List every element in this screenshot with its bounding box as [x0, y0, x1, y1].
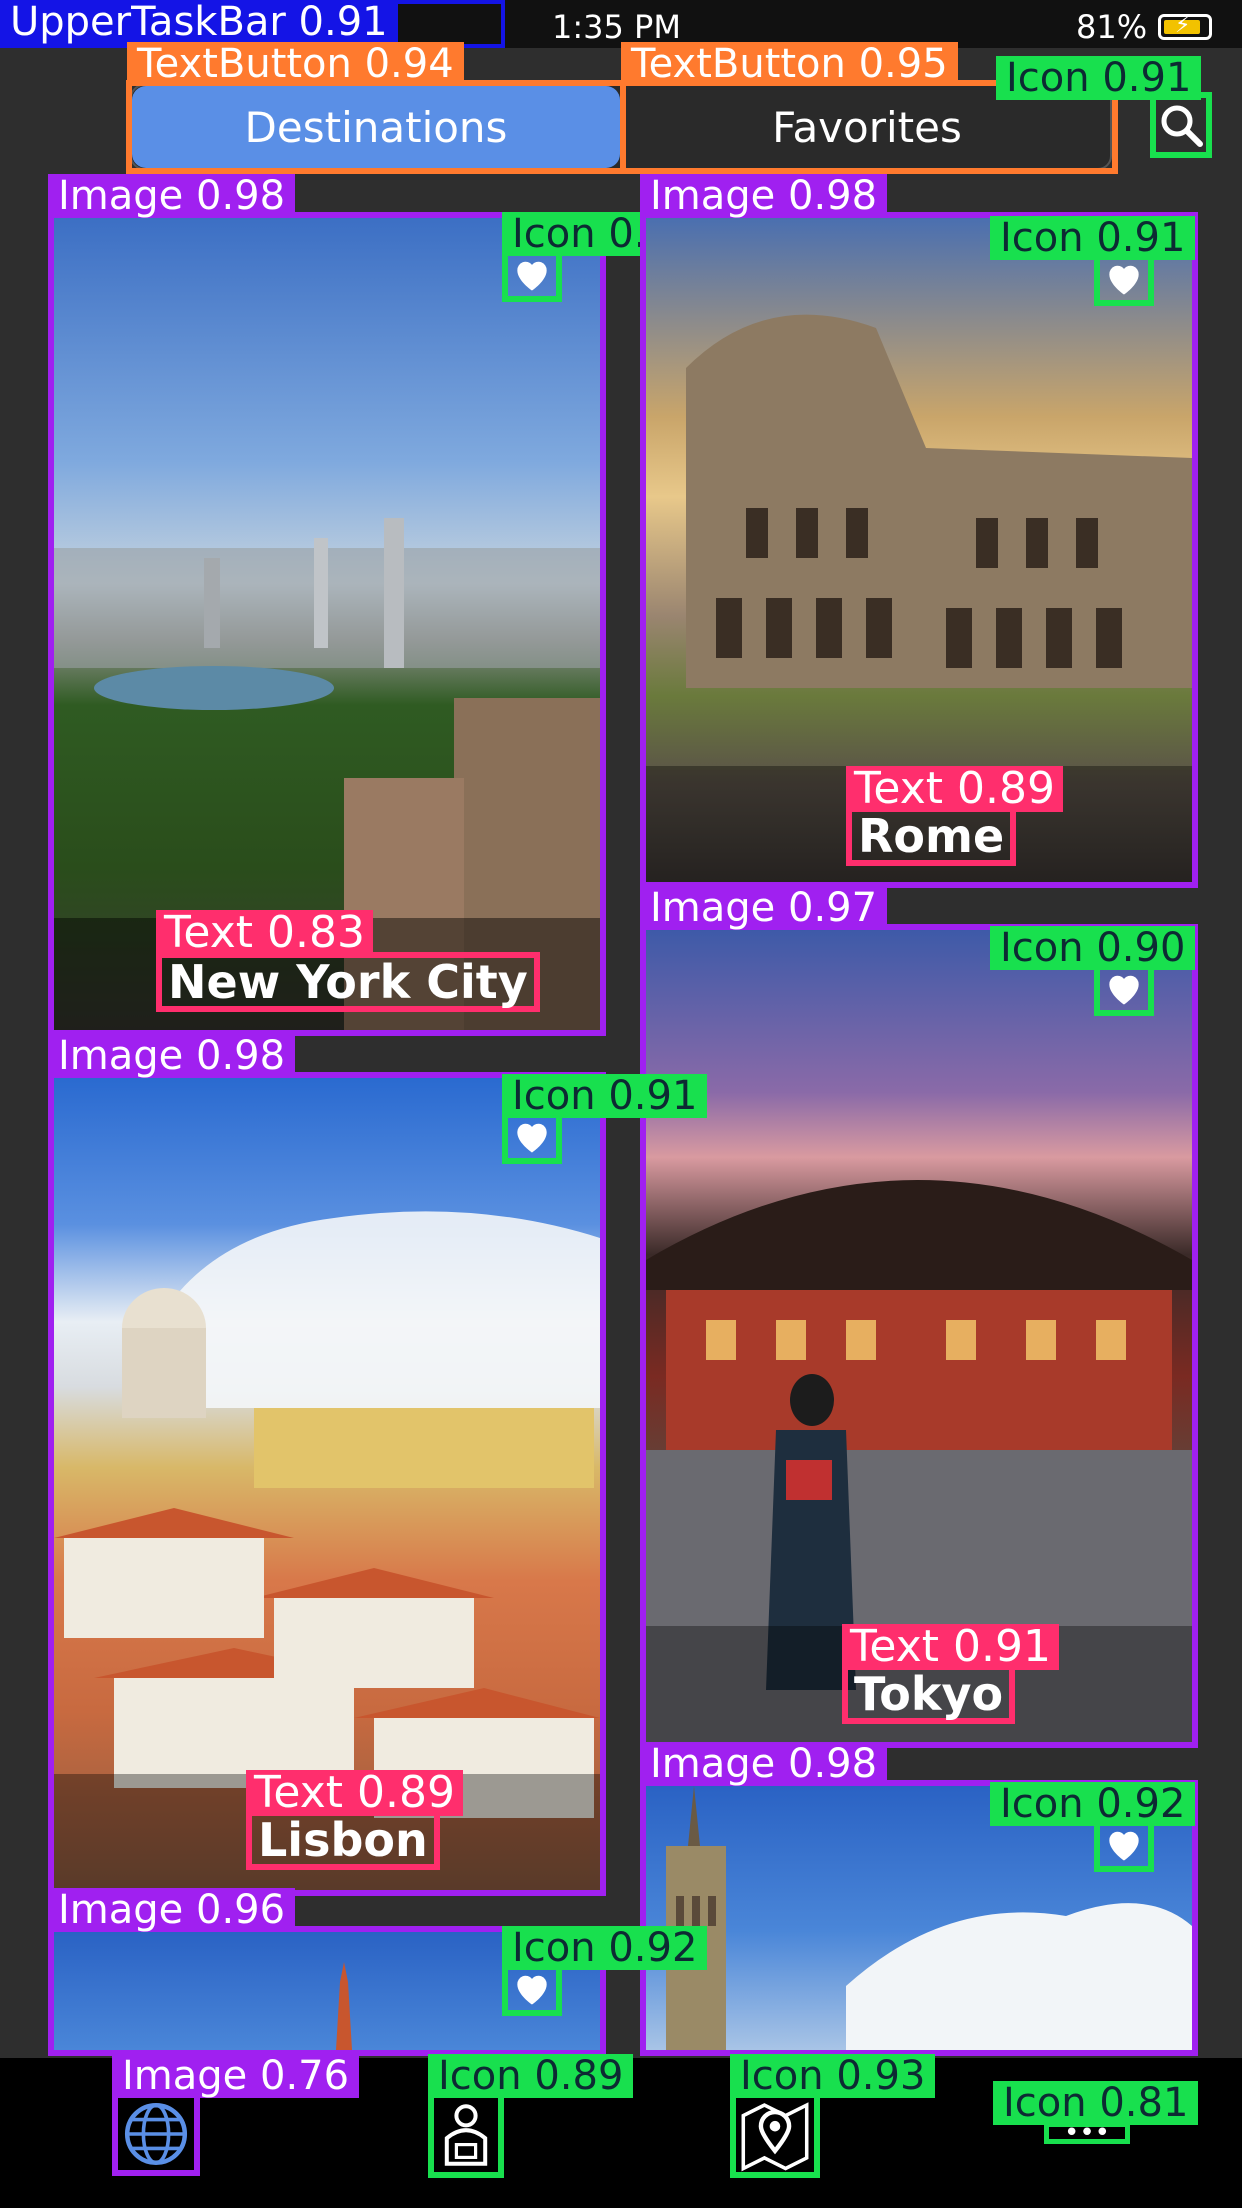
traveler-icon: [444, 2104, 488, 2166]
nav-traveler[interactable]: Icon 0.89: [428, 2054, 634, 2178]
heart-icon: [517, 261, 547, 291]
search-icon: [1161, 105, 1203, 147]
nav-destinations[interactable]: Image 0.76: [112, 2054, 360, 2176]
heart-icon: [517, 1975, 547, 2005]
favorite-toggle-london[interactable]: Icon 0.92: [990, 1782, 1196, 1872]
detection-tab-destinations: TextButton 0.94: [126, 42, 626, 174]
heart-icon: [1109, 975, 1139, 1005]
nav-more[interactable]: ••• Icon 0.81: [993, 2081, 1199, 2148]
nav-map[interactable]: Icon 0.93: [730, 2054, 936, 2178]
more-icon: •••: [1063, 2118, 1110, 2148]
caption-rome: Rome: [846, 806, 1017, 866]
battery-percent: 81%: [1076, 8, 1148, 46]
caption-tokyo: Tokyo: [842, 1664, 1016, 1724]
search-button[interactable]: Icon 0.91: [996, 56, 1212, 158]
battery-icon: ⚡: [1158, 13, 1212, 40]
favorite-toggle-new-york[interactable]: Icon 0.91: [502, 212, 708, 302]
map-pin-icon: [741, 2102, 809, 2172]
favorite-toggle-tokyo[interactable]: Icon 0.90: [990, 926, 1196, 1016]
favorite-toggle-next[interactable]: Icon 0.92: [502, 1926, 708, 2016]
heart-icon: [517, 1123, 547, 1153]
favorite-toggle-rome[interactable]: Icon 0.91: [990, 216, 1196, 306]
heart-icon: [1109, 1831, 1139, 1861]
caption-new-york: New York City: [156, 952, 540, 1012]
caption-lisbon: Lisbon: [246, 1810, 440, 1870]
favorite-toggle-lisbon[interactable]: Icon 0.91: [502, 1074, 708, 1164]
heart-icon: [1109, 265, 1139, 295]
globe-icon: [124, 2102, 188, 2166]
